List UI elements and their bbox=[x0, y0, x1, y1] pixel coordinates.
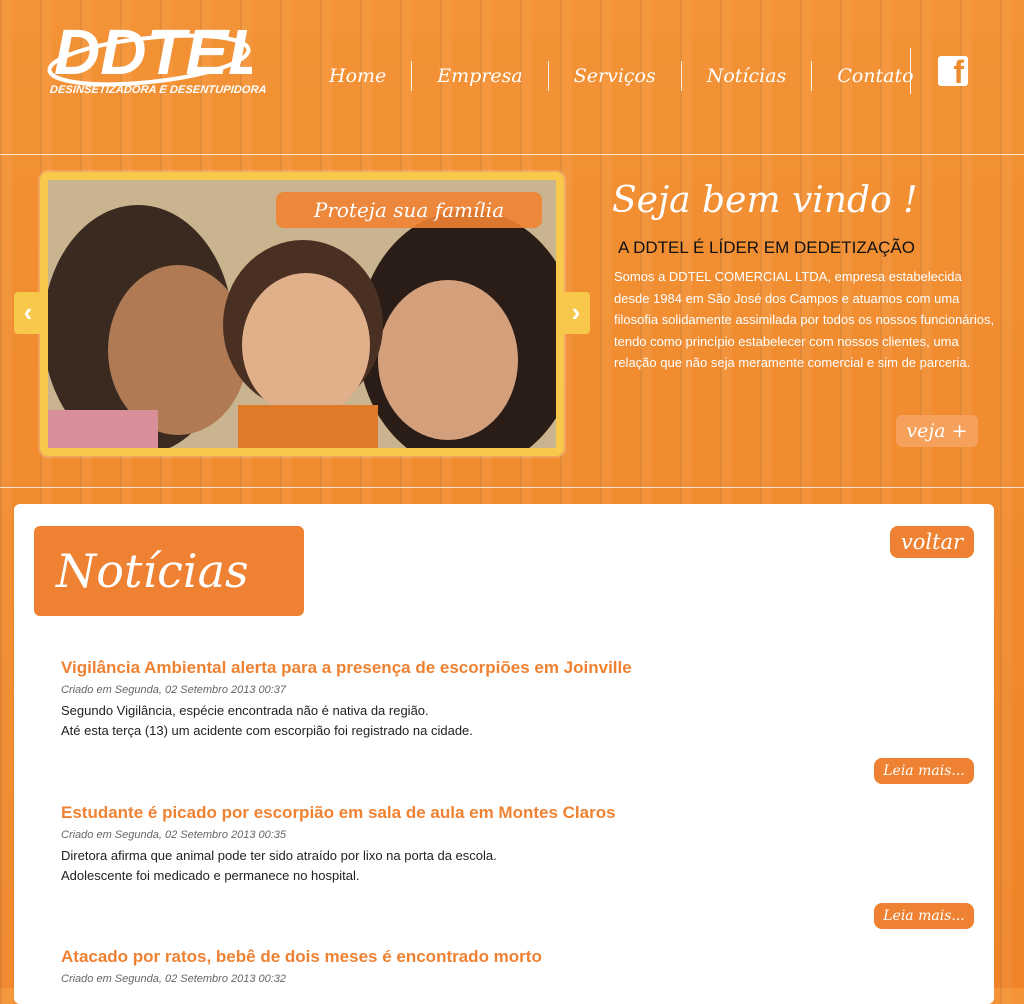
news-date: Criado em Segunda, 02 Setembro 2013 00:3… bbox=[61, 973, 287, 985]
news-item: Estudante é picado por escorpião em sala… bbox=[61, 803, 971, 886]
news-date: Criado em Segunda, 02 Setembro 2013 00:3… bbox=[61, 684, 287, 696]
nav-empresa[interactable]: Empresa bbox=[412, 61, 549, 91]
slider-prev-button[interactable]: ‹ bbox=[14, 292, 42, 334]
logo-tagline: DESINSETIZADORA E DESENTUPIDORA bbox=[49, 84, 268, 96]
news-panel: Notícias voltar Vigilância Ambiental ale… bbox=[14, 504, 994, 1004]
veja-mais-button[interactable]: veja + bbox=[896, 415, 978, 447]
slider-next-button[interactable]: › bbox=[562, 292, 590, 334]
slide-caption: Proteja sua família bbox=[276, 192, 542, 228]
voltar-button[interactable]: voltar bbox=[890, 526, 974, 558]
read-more-button[interactable]: Leia mais... bbox=[874, 758, 974, 784]
nav-divider bbox=[910, 48, 911, 94]
news-summary-line: Adolescente foi medicado e permanece no … bbox=[61, 868, 360, 883]
news-item: Vigilância Ambiental alerta para a prese… bbox=[61, 658, 971, 741]
facebook-icon[interactable]: f bbox=[938, 56, 968, 88]
welcome-text: Somos a DDTEL COMERCIAL LTDA, empresa es… bbox=[614, 269, 995, 370]
nav-contato[interactable]: Contato bbox=[812, 61, 938, 91]
news-summary: Diretora afirma que animal pode ter sido… bbox=[61, 846, 971, 886]
nav-servicos[interactable]: Serviços bbox=[549, 61, 682, 91]
news-item: Atacado por ratos, bebê de dois meses é … bbox=[61, 947, 971, 985]
banner-divider bbox=[0, 487, 1024, 488]
news-heading: Notícias bbox=[34, 526, 304, 616]
news-title-link[interactable]: Atacado por ratos, bebê de dois meses é … bbox=[61, 947, 971, 967]
news-summary-line: Diretora afirma que animal pode ter sido… bbox=[61, 848, 497, 863]
site-logo[interactable]: DDTEL DESINSETIZADORA E DESENTUPIDORA bbox=[46, 8, 267, 120]
news-title-link[interactable]: Vigilância Ambiental alerta para a prese… bbox=[61, 658, 971, 678]
logo-mark-icon: DDTEL bbox=[47, 16, 252, 88]
nav-noticias[interactable]: Notícias bbox=[682, 61, 813, 91]
welcome-title: Seja bem vindo ! bbox=[612, 180, 918, 221]
news-summary-line: Segundo Vigilância, espécie encontrada n… bbox=[61, 703, 429, 718]
news-date: Criado em Segunda, 02 Setembro 2013 00:3… bbox=[61, 829, 287, 841]
nav-home[interactable]: Home bbox=[304, 61, 413, 91]
main-nav: Home Empresa Serviços Notícias Contato bbox=[304, 50, 939, 102]
header-divider bbox=[0, 154, 1024, 155]
news-summary-line: Até esta terça (13) um acidente com esco… bbox=[61, 723, 473, 738]
welcome-subtitle: A DDTEL É LÍDER EM DEDETIZAÇÃO bbox=[618, 238, 915, 257]
logo-text: DDTEL bbox=[54, 16, 252, 88]
news-summary: Segundo Vigilância, espécie encontrada n… bbox=[61, 701, 971, 741]
news-title-link[interactable]: Estudante é picado por escorpião em sala… bbox=[61, 803, 971, 823]
read-more-button[interactable]: Leia mais... bbox=[874, 903, 974, 929]
